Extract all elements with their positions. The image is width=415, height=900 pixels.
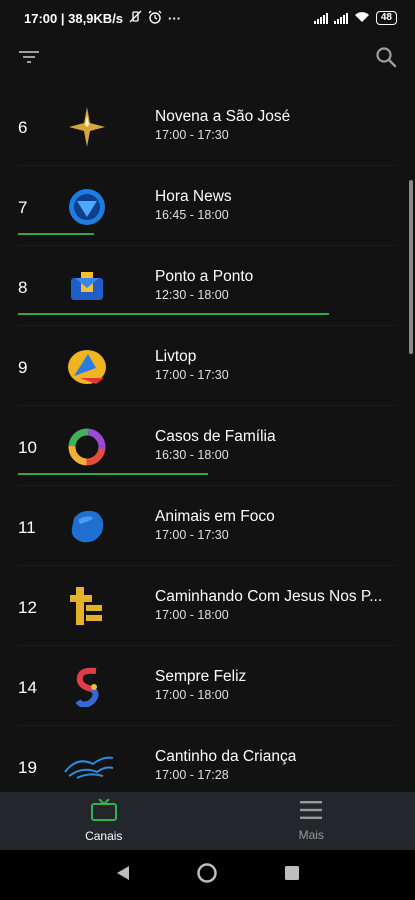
program-time: 17:00 - 17:28 [155, 768, 229, 782]
program-time: 16:45 - 18:00 [155, 208, 229, 222]
battery-icon: 48 [375, 11, 397, 25]
channel-row[interactable]: 12 Caminhando Com Jesus Nos P... 17:00 -… [0, 566, 415, 646]
channel-logo-cross-icon [64, 586, 110, 628]
nav-more-label: Mais [298, 828, 324, 842]
channel-logo-box-icon [64, 266, 110, 308]
program-title: Caminhando Com Jesus Nos P... [155, 588, 383, 605]
channel-logo-star-icon [64, 106, 110, 148]
channel-row[interactable]: 8 Ponto a Ponto 12:30 - 18:00 [0, 246, 415, 326]
channel-row[interactable]: 14 Sempre Feliz 17:00 - 18:00 [0, 646, 415, 726]
search-icon[interactable] [373, 44, 399, 70]
channel-number: 10 [18, 438, 37, 457]
wifi-icon [354, 11, 370, 26]
channel-row[interactable]: 10 Casos de Família 16:30 - 18:00 [0, 406, 415, 486]
program-time: 12:30 - 18:00 [155, 288, 229, 302]
channel-number: 11 [18, 518, 36, 537]
program-title: Sempre Feliz [155, 668, 247, 685]
signal-2-icon [333, 12, 348, 24]
channel-row[interactable]: 6 Novena a São José 17:00 - 17:30 [0, 86, 415, 166]
channel-logo-hands-icon [62, 746, 116, 788]
channel-number: 8 [18, 278, 28, 297]
top-toolbar [0, 36, 415, 78]
recents-icon[interactable] [284, 865, 300, 886]
home-icon[interactable] [196, 862, 218, 889]
system-navigation-bar [0, 850, 415, 900]
nav-more-tab[interactable]: Mais [208, 792, 415, 850]
progress-bar [18, 233, 94, 235]
channel-row[interactable]: 11 Animais em Foco 17:00 - 17:30 [0, 486, 415, 566]
progress-bar [18, 313, 329, 315]
status-bar: 17:00 | 38,9KB/s ··· 48 [0, 0, 415, 36]
channel-number: 7 [18, 198, 28, 217]
signal-1-icon [313, 12, 328, 24]
channel-logo-s-icon [64, 666, 110, 708]
nav-channels-label: Canais [85, 829, 123, 843]
channel-logo-globe-icon [64, 186, 110, 228]
more-notifications-icon: ··· [168, 10, 182, 26]
scrollbar[interactable] [409, 180, 413, 354]
channel-number: 12 [18, 598, 37, 617]
nav-channels-tab[interactable]: Canais [0, 792, 208, 850]
channel-number: 9 [18, 358, 28, 377]
program-time: 17:00 - 18:00 [155, 608, 229, 622]
program-title: Livtop [155, 348, 197, 365]
channel-number: 19 [18, 758, 37, 777]
program-title: Casos de Família [155, 428, 276, 445]
channel-number: 14 [18, 678, 37, 697]
bottom-navigation: Canais Mais [0, 792, 415, 850]
channel-row[interactable]: 19 Cantinho da Criança 17:00 - 17:28 [0, 726, 415, 792]
program-title: Animais em Foco [155, 508, 275, 525]
program-time: 17:00 - 18:00 [155, 688, 229, 702]
back-icon[interactable] [116, 865, 130, 886]
program-time: 17:00 - 17:30 [155, 368, 229, 382]
channel-number: 6 [18, 118, 28, 137]
program-title: Cantinho da Criança [155, 748, 297, 765]
status-time-speed: 17:00 | 38,9KB/s [24, 10, 124, 26]
program-title: Hora News [155, 188, 232, 205]
filter-icon[interactable] [16, 44, 42, 70]
channel-row[interactable]: 9 Livtop 17:00 - 17:30 [0, 326, 415, 406]
vibrate-off-icon [129, 10, 142, 26]
program-title: Ponto a Ponto [155, 268, 254, 285]
channel-list[interactable]: 6 Novena a São José 17:00 - 17:30 7 Hora… [0, 86, 415, 792]
tv-icon [90, 798, 117, 826]
program-time: 17:00 - 17:30 [155, 128, 229, 142]
progress-bar [18, 473, 208, 475]
program-title: Novena a São José [155, 108, 291, 125]
program-time: 17:00 - 17:30 [155, 528, 229, 542]
channel-logo-livtop-icon [64, 346, 110, 388]
channel-logo-blob-icon [64, 506, 110, 548]
alarm-icon [148, 10, 162, 27]
channel-row[interactable]: 7 Hora News 16:45 - 18:00 [0, 166, 415, 246]
menu-icon [300, 800, 323, 825]
program-time: 16:30 - 18:00 [155, 448, 229, 462]
channel-logo-ring-icon [64, 426, 110, 468]
